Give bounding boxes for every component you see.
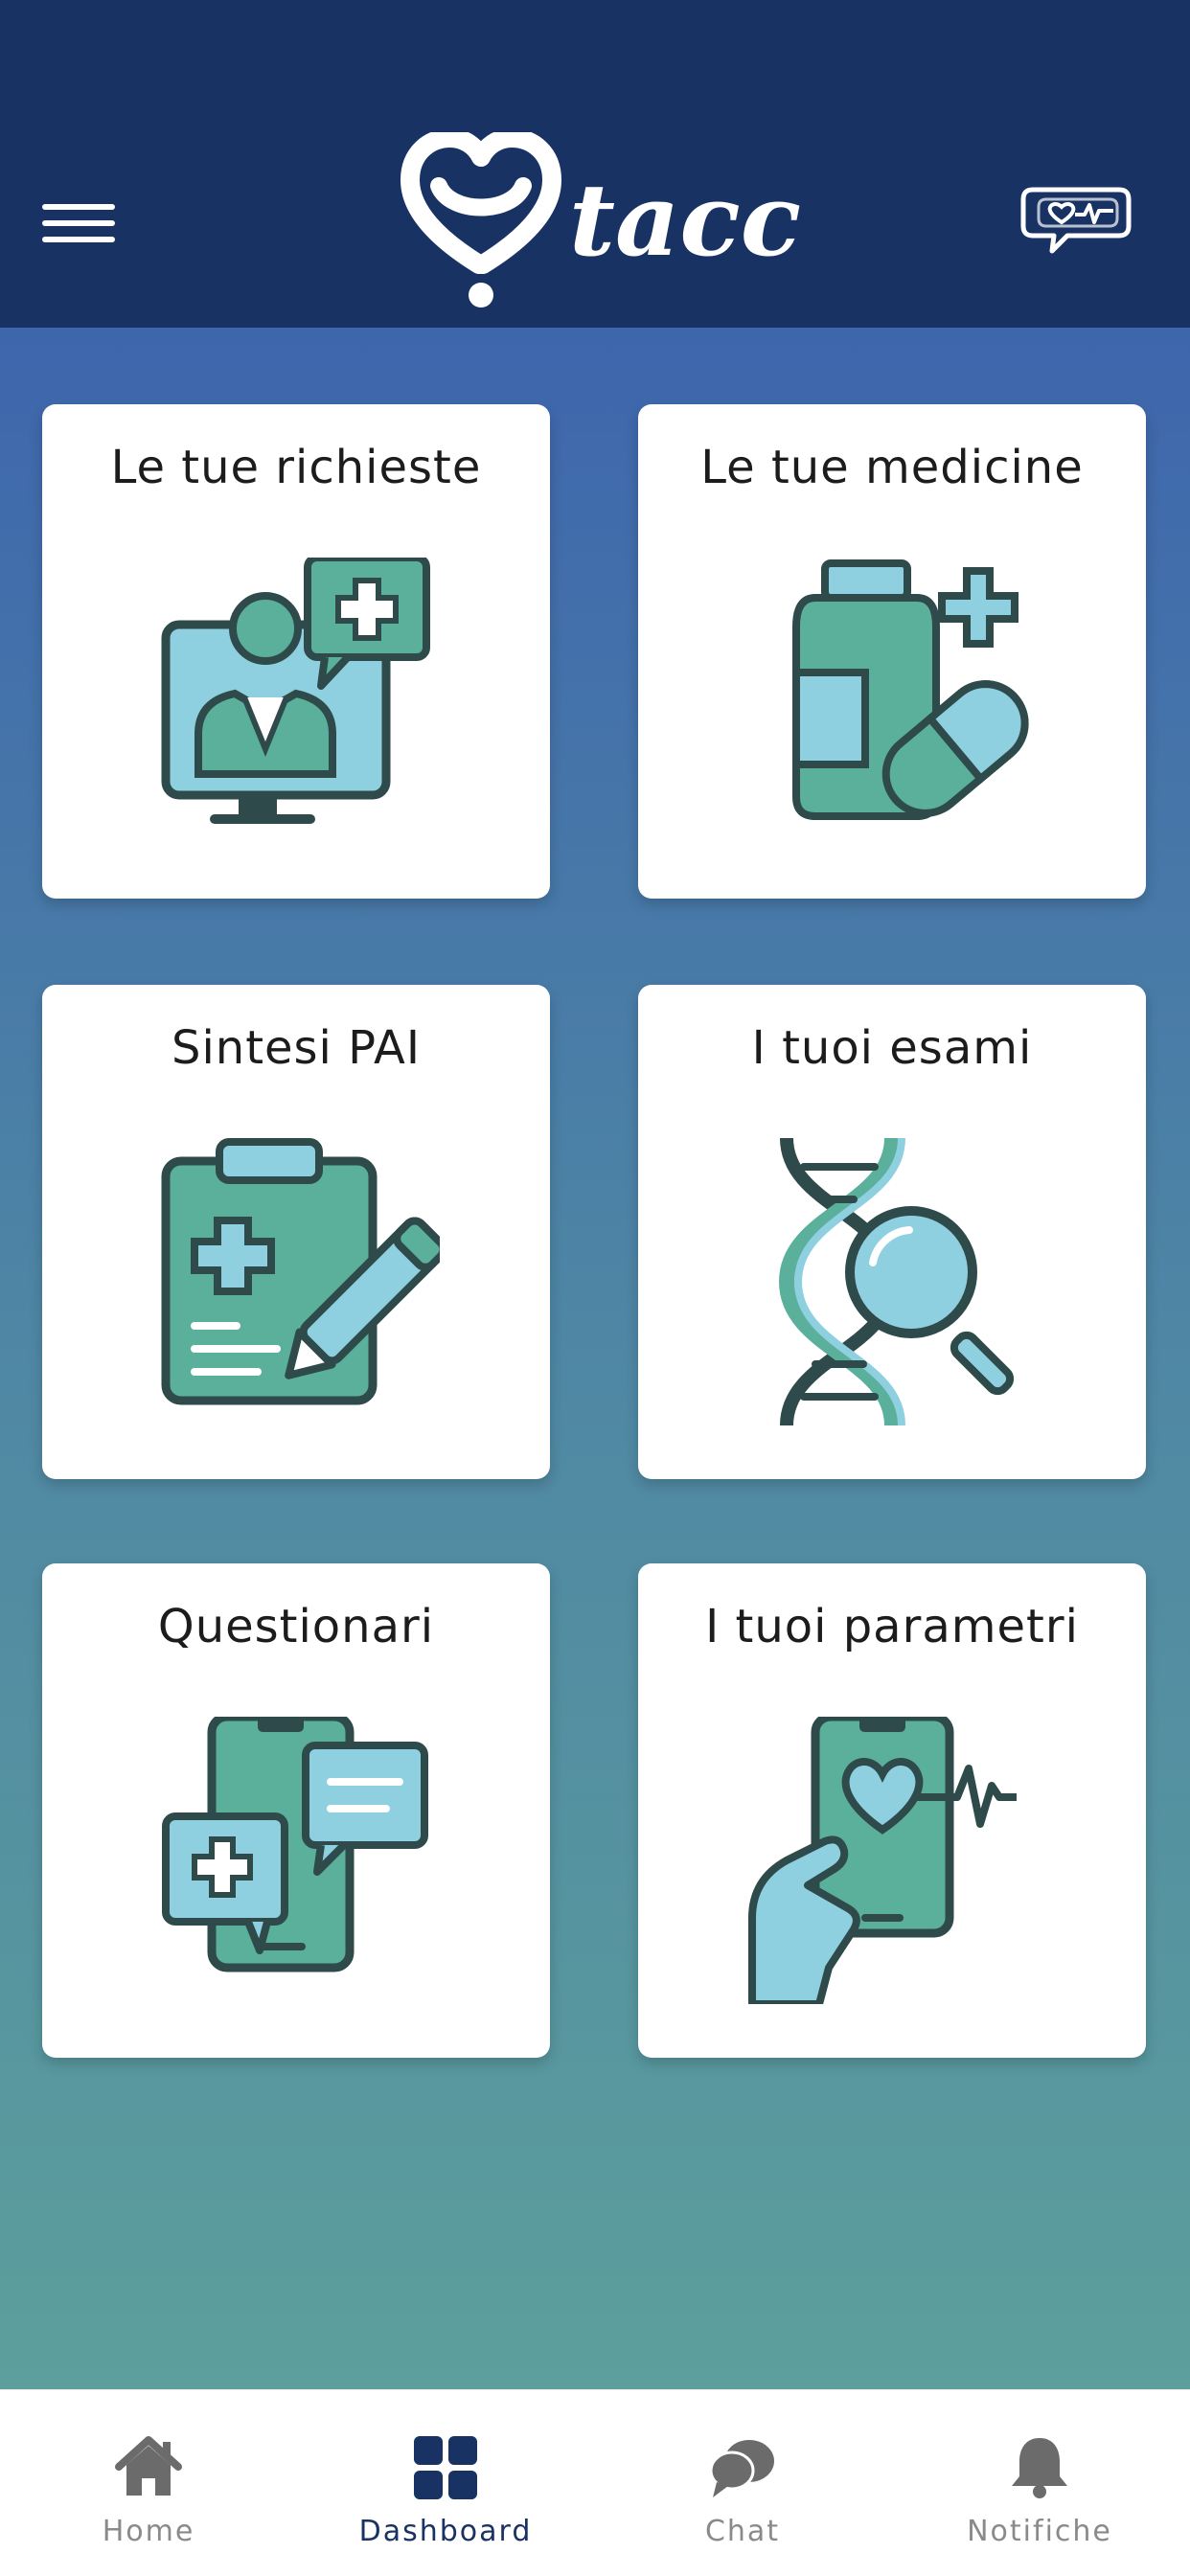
app-header: tacc — [0, 0, 1190, 328]
chat-icon — [709, 2440, 774, 2497]
dashboard-area: Le tue richieste Le tue medicine Sintesi… — [0, 328, 1190, 2389]
card-i-tuoi-parametri[interactable]: I tuoi parametri — [638, 1563, 1146, 2058]
tab-notifiche[interactable]: Notifiche — [891, 2390, 1188, 2576]
card-i-tuoi-esami[interactable]: I tuoi esami — [638, 985, 1146, 1479]
bottom-tab-bar: Home Dashboard Chat Notifiche — [0, 2389, 1190, 2576]
home-icon — [115, 2436, 182, 2496]
tab-label: Home — [102, 2515, 195, 2548]
card-title: Le tue medicine — [700, 441, 1084, 494]
clipboard-pencil-icon — [161, 1138, 440, 1405]
dna-magnifier-icon — [778, 1138, 1015, 1425]
card-le-tue-richieste[interactable]: Le tue richieste — [42, 404, 550, 899]
card-questionari[interactable]: Questionari — [42, 1563, 550, 2058]
card-title: I tuoi parametri — [705, 1600, 1079, 1653]
hamburger-menu-icon — [42, 204, 115, 210]
phone-heartbeat-icon — [748, 1717, 1017, 2004]
tab-label: Dashboard — [358, 2515, 533, 2548]
card-title: Le tue richieste — [110, 441, 482, 494]
card-title: Questionari — [157, 1600, 435, 1653]
heart-chat-icon[interactable] — [1018, 180, 1134, 261]
phone-chat-bubbles-icon — [162, 1717, 428, 1972]
card-title: I tuoi esami — [751, 1021, 1033, 1075]
doctor-monitor-icon — [161, 558, 430, 824]
card-title: Sintesi PAI — [171, 1021, 422, 1075]
card-le-tue-medicine[interactable]: Le tue medicine — [638, 404, 1146, 899]
brand-name: tacc — [569, 161, 801, 279]
menu-button[interactable] — [38, 196, 119, 250]
card-sintesi-pai[interactable]: Sintesi PAI — [42, 985, 550, 1479]
tab-dashboard[interactable]: Dashboard — [297, 2390, 594, 2576]
bell-icon — [1012, 2438, 1067, 2498]
tab-label: Notifiche — [967, 2515, 1112, 2548]
tab-chat[interactable]: Chat — [594, 2390, 891, 2576]
dashboard-grid-icon — [414, 2436, 477, 2499]
tacc-logo: tacc — [400, 132, 801, 308]
tab-label: Chat — [704, 2515, 781, 2548]
medicine-bottle-pill-icon — [792, 559, 1029, 820]
tab-home[interactable]: Home — [0, 2390, 297, 2576]
